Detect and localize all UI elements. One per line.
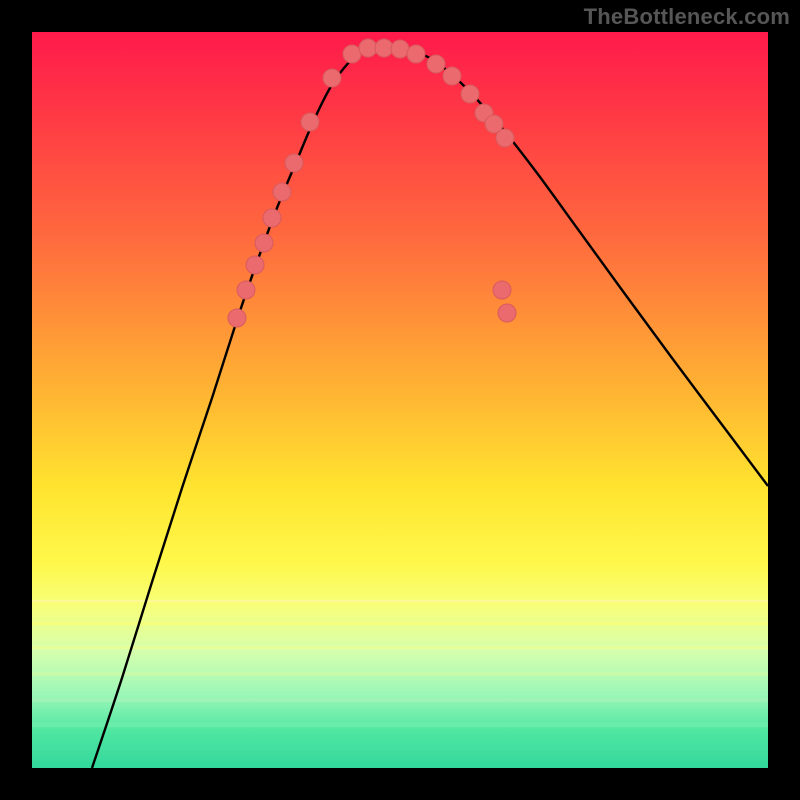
data-point	[273, 183, 291, 201]
data-point	[496, 129, 514, 147]
data-point	[391, 40, 409, 58]
plot-area	[32, 32, 768, 768]
chart-frame: TheBottleneck.com	[0, 0, 800, 800]
data-point	[228, 309, 246, 327]
data-point	[375, 39, 393, 57]
data-point	[407, 45, 425, 63]
data-point	[323, 69, 341, 87]
data-point	[246, 256, 264, 274]
data-point	[301, 113, 319, 131]
data-point	[285, 154, 303, 172]
curve-layer	[32, 32, 768, 768]
data-point	[359, 39, 377, 57]
data-points	[228, 39, 516, 327]
data-point	[255, 234, 273, 252]
data-point	[498, 304, 516, 322]
data-point	[343, 45, 361, 63]
bottleneck-curve	[92, 47, 768, 768]
data-point	[461, 85, 479, 103]
data-point	[427, 55, 445, 73]
data-point	[493, 281, 511, 299]
data-point	[263, 209, 281, 227]
watermark-text: TheBottleneck.com	[584, 4, 790, 30]
data-point	[443, 67, 461, 85]
data-point	[237, 281, 255, 299]
